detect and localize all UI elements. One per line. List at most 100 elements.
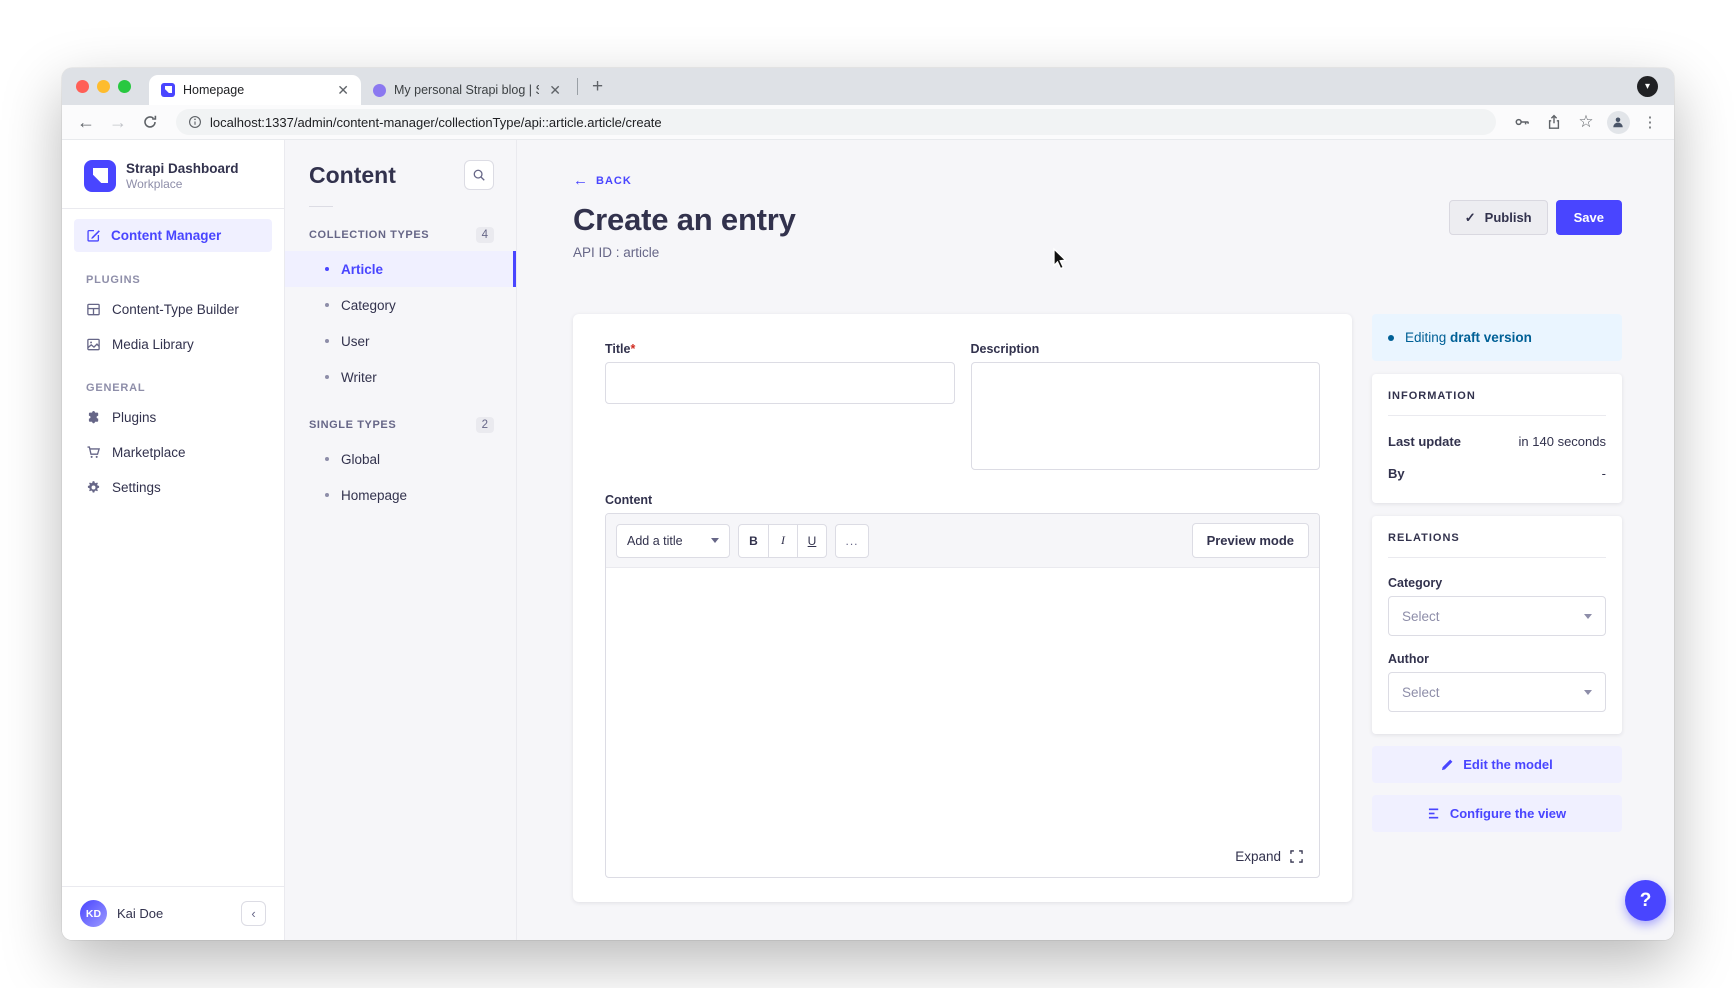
traffic-lights <box>76 80 131 93</box>
relations-title: RELATIONS <box>1388 532 1606 544</box>
count-badge: 4 <box>476 227 494 243</box>
pencil-icon <box>1441 758 1454 771</box>
expand-label[interactable]: Expand <box>1235 849 1281 864</box>
browser-window: Homepage ✕ My personal Strapi blog | Str… <box>62 68 1674 940</box>
more-formats-button[interactable]: ... <box>835 524 869 558</box>
bullet-icon <box>325 457 329 461</box>
reload-button[interactable] <box>136 108 164 136</box>
workspace-header[interactable]: Strapi Dashboard Workplace <box>62 140 284 208</box>
heading-select-value: Add a title <box>627 534 683 548</box>
sidebar-item-settings[interactable]: Settings <box>62 470 284 505</box>
check-icon: ✓ <box>1465 210 1476 226</box>
configure-view-button[interactable]: Configure the view <box>1372 795 1622 832</box>
browser-download-icon[interactable]: ▾ <box>1637 76 1658 97</box>
layout-icon <box>86 302 101 317</box>
subnav-item-article[interactable]: Article <box>285 251 516 287</box>
sidebar-item-media-library[interactable]: Media Library <box>62 327 284 362</box>
subnav-item-category[interactable]: Category <box>285 287 516 323</box>
underline-button[interactable]: U <box>797 525 826 557</box>
zoom-window-button[interactable] <box>118 80 131 93</box>
forward-button[interactable]: → <box>104 108 132 136</box>
cart-icon <box>86 445 101 460</box>
sidebar-item-content-type-builder[interactable]: Content-Type Builder <box>62 292 284 327</box>
bullet-icon <box>325 375 329 379</box>
publish-button[interactable]: ✓ Publish <box>1449 200 1548 235</box>
profile-button[interactable] <box>1604 108 1632 136</box>
minimize-window-button[interactable] <box>97 80 110 93</box>
back-label: BACK <box>596 175 632 187</box>
subnav-item-user[interactable]: User <box>285 323 516 359</box>
collapse-sidebar-button[interactable]: ‹ <box>241 901 266 926</box>
content-subnav: Content COLLECTION TYPES 4 Article Categ… <box>285 140 517 940</box>
banner-text: Editing draft version <box>1405 330 1532 345</box>
user-footer: KD Kai Doe ‹ <box>62 886 284 940</box>
key-icon <box>1514 114 1530 130</box>
share-button[interactable] <box>1540 108 1568 136</box>
subnav-item-global[interactable]: Global <box>285 441 516 477</box>
divider <box>309 206 333 207</box>
subnav-item-writer[interactable]: Writer <box>285 359 516 395</box>
edit-icon <box>86 228 101 243</box>
puzzle-icon <box>86 410 101 425</box>
new-tab-button[interactable]: + <box>582 76 613 98</box>
author-select-value: Select <box>1402 685 1440 700</box>
sidebar-item-label: Marketplace <box>112 445 186 460</box>
title-input[interactable] <box>605 362 955 404</box>
category-select-value: Select <box>1402 609 1440 624</box>
bullet-icon <box>325 493 329 497</box>
edit-model-button[interactable]: Edit the model <box>1372 746 1622 783</box>
publish-label: Publish <box>1485 210 1532 225</box>
address-bar[interactable]: localhost:1337/admin/content-manager/col… <box>176 109 1496 135</box>
back-link[interactable]: ← BACK <box>573 172 796 189</box>
api-id-subtitle: API ID : article <box>573 245 796 260</box>
avatar[interactable]: KD <box>80 900 107 927</box>
count-badge: 2 <box>476 417 494 433</box>
password-key-button[interactable] <box>1508 108 1536 136</box>
subnav-item-label: Writer <box>341 370 377 385</box>
url-text[interactable]: localhost:1337/admin/content-manager/col… <box>210 115 662 130</box>
subnav-item-homepage[interactable]: Homepage <box>285 477 516 513</box>
chevron-down-icon <box>1584 614 1592 619</box>
bullet-icon <box>325 267 329 271</box>
browser-menu-button[interactable]: ⋮ <box>1636 108 1664 136</box>
by-row: By - <box>1388 466 1606 481</box>
expand-icon[interactable] <box>1290 850 1303 863</box>
back-arrow-icon: ← <box>573 172 589 189</box>
sidebar-item-plugins[interactable]: Plugins <box>62 400 284 435</box>
image-icon <box>86 337 101 352</box>
by-value: - <box>1602 466 1606 481</box>
author-select[interactable]: Select <box>1388 672 1606 712</box>
heading-select[interactable]: Add a title <box>616 524 730 558</box>
category-select[interactable]: Select <box>1388 596 1606 636</box>
close-window-button[interactable] <box>76 80 89 93</box>
save-button[interactable]: Save <box>1556 200 1622 235</box>
italic-button[interactable]: I <box>768 525 797 557</box>
last-update-label: Last update <box>1388 434 1461 449</box>
tab-homepage[interactable]: Homepage ✕ <box>149 75 361 105</box>
sidebar-item-marketplace[interactable]: Marketplace <box>62 435 284 470</box>
preview-mode-button[interactable]: Preview mode <box>1192 523 1309 558</box>
strapi-app: Strapi Dashboard Workplace Content Manag… <box>62 140 1674 940</box>
last-update-row: Last update in 140 seconds <box>1388 434 1606 449</box>
close-tab-icon[interactable]: ✕ <box>547 82 563 99</box>
site-info-icon[interactable] <box>188 115 202 129</box>
bookmark-button[interactable]: ☆ <box>1572 108 1600 136</box>
workspace-label: Workplace <box>126 177 239 191</box>
back-button[interactable]: ← <box>72 108 100 136</box>
bold-button[interactable]: B <box>739 525 768 557</box>
configure-view-label: Configure the view <box>1450 806 1566 821</box>
search-button[interactable] <box>464 160 494 190</box>
sidebar-item-content-manager[interactable]: Content Manager <box>74 219 272 252</box>
close-tab-icon[interactable]: ✕ <box>335 82 351 99</box>
help-button[interactable]: ? <box>1625 880 1666 921</box>
content-field-label: Content <box>605 493 1320 507</box>
main-sidebar: Strapi Dashboard Workplace Content Manag… <box>62 140 285 940</box>
description-textarea[interactable] <box>971 362 1321 470</box>
editor-body[interactable] <box>606 568 1319 836</box>
sidebar-item-label: Settings <box>112 480 161 495</box>
app-name: Strapi Dashboard <box>126 161 239 178</box>
category-label: Category <box>1388 576 1606 590</box>
tab-separator <box>577 78 578 95</box>
tab-blog[interactable]: My personal Strapi blog | Strap ✕ <box>361 75 573 105</box>
profile-avatar-icon <box>1607 111 1630 134</box>
